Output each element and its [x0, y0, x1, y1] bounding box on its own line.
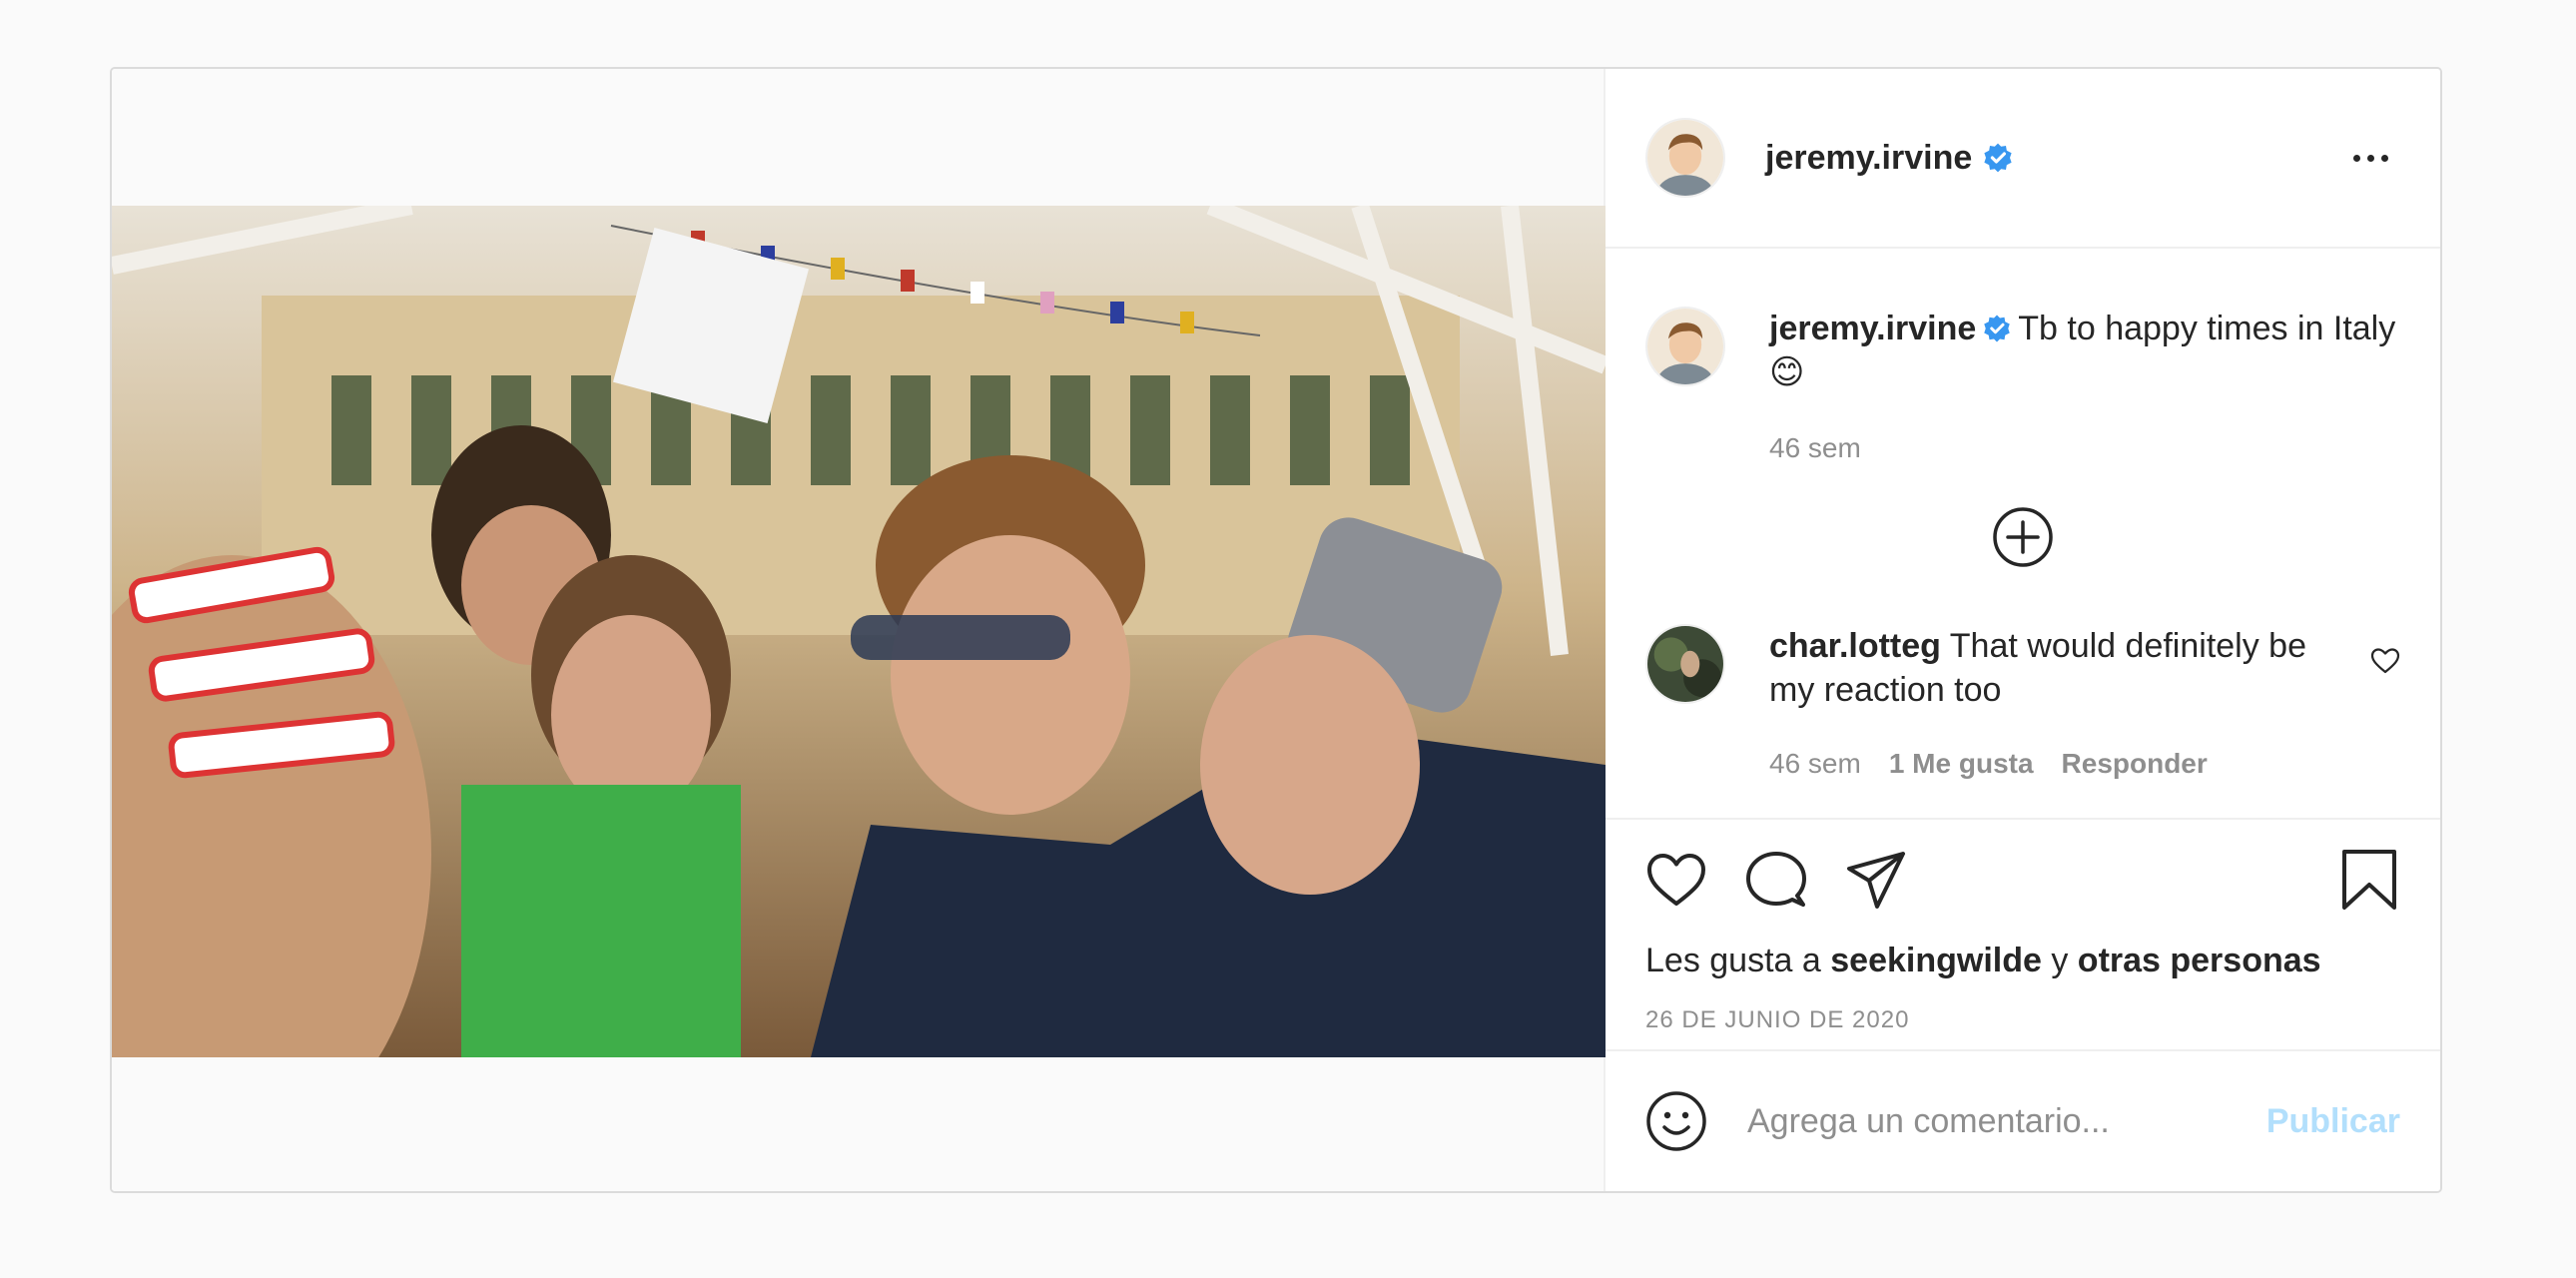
likes-joiner: y: [2051, 942, 2069, 979]
author-avatar[interactable]: [1645, 118, 1725, 198]
comment-bubble-icon[interactable]: [1745, 849, 1807, 911]
post-actions-section: Les gusta a seekingwilde y otras persona…: [1606, 818, 2440, 1049]
comment-text: char.lotteg That would definitely be my …: [1769, 624, 2308, 712]
author-username-row: jeremy.irvine: [1765, 139, 2014, 178]
comment-composer: Publicar: [1606, 1049, 2440, 1191]
publish-button[interactable]: Publicar: [2266, 1102, 2400, 1141]
heart-icon[interactable]: [2370, 646, 2400, 676]
verified-badge-icon: [1984, 315, 2011, 342]
likes-others[interactable]: otras personas: [2078, 942, 2321, 979]
likes-user[interactable]: seekingwilde: [1830, 942, 2042, 979]
bookmark-icon[interactable]: [2338, 849, 2400, 911]
comment-item: char.lotteg That would definitely be my …: [1645, 624, 2400, 780]
heart-icon[interactable]: [1645, 849, 1707, 911]
post-date[interactable]: 26 DE JUNIO DE 2020: [1645, 1006, 2400, 1034]
caption-body: jeremy.irvine Tb to happy times in Italy…: [1769, 307, 2400, 464]
avatar-illustration: [1647, 120, 1723, 196]
post-card: jeremy.irvine jeremy.irvine Tb to happy …: [110, 67, 2442, 1193]
photo-illustration: [112, 206, 1606, 1057]
comment-meta: 46 sem 1 Me gusta Responder: [1769, 748, 2370, 780]
avatar-photo: [1647, 626, 1723, 702]
more-options-button[interactable]: [2340, 138, 2400, 178]
caption-emoji: 😊: [1769, 353, 1805, 391]
post-action-bar: [1645, 820, 2400, 940]
likes-prefix: Les gusta a: [1645, 942, 1821, 979]
caption-time[interactable]: 46 sem: [1769, 432, 2400, 464]
smiley-icon[interactable]: [1645, 1090, 1707, 1152]
caption-message: Tb to happy times in Italy: [2018, 310, 2396, 347]
avatar-illustration: [1647, 309, 1723, 384]
post-photo[interactable]: [112, 206, 1606, 1057]
caption-username[interactable]: jeremy.irvine: [1769, 310, 1976, 347]
post-sidebar: jeremy.irvine jeremy.irvine Tb to happy …: [1606, 69, 2440, 1191]
comments-section[interactable]: jeremy.irvine Tb to happy times in Italy…: [1606, 249, 2440, 818]
likes-summary: Les gusta a seekingwilde y otras persona…: [1645, 942, 2400, 980]
comment-input[interactable]: [1747, 1101, 2266, 1141]
more-options-icon: [2352, 154, 2360, 162]
plus-circle-icon[interactable]: [1992, 506, 2054, 568]
verified-badge-icon: [1984, 143, 2012, 173]
author-username[interactable]: jeremy.irvine: [1765, 139, 1972, 178]
comment-likes[interactable]: 1 Me gusta: [1889, 748, 2034, 779]
paper-plane-icon[interactable]: [1845, 849, 1907, 911]
comment-time[interactable]: 46 sem: [1769, 748, 1861, 779]
post-header: jeremy.irvine: [1606, 69, 2440, 249]
caption-avatar[interactable]: [1645, 307, 1725, 386]
comment-body: char.lotteg That would definitely be my …: [1769, 624, 2370, 780]
caption-text: jeremy.irvine Tb to happy times in Italy…: [1769, 307, 2400, 394]
post-media: [112, 69, 1606, 1191]
caption-row: jeremy.irvine Tb to happy times in Italy…: [1645, 307, 2400, 464]
commenter-avatar[interactable]: [1645, 624, 1725, 704]
comment-reply-button[interactable]: Responder: [2062, 748, 2208, 779]
commenter-username[interactable]: char.lotteg: [1769, 627, 1941, 665]
